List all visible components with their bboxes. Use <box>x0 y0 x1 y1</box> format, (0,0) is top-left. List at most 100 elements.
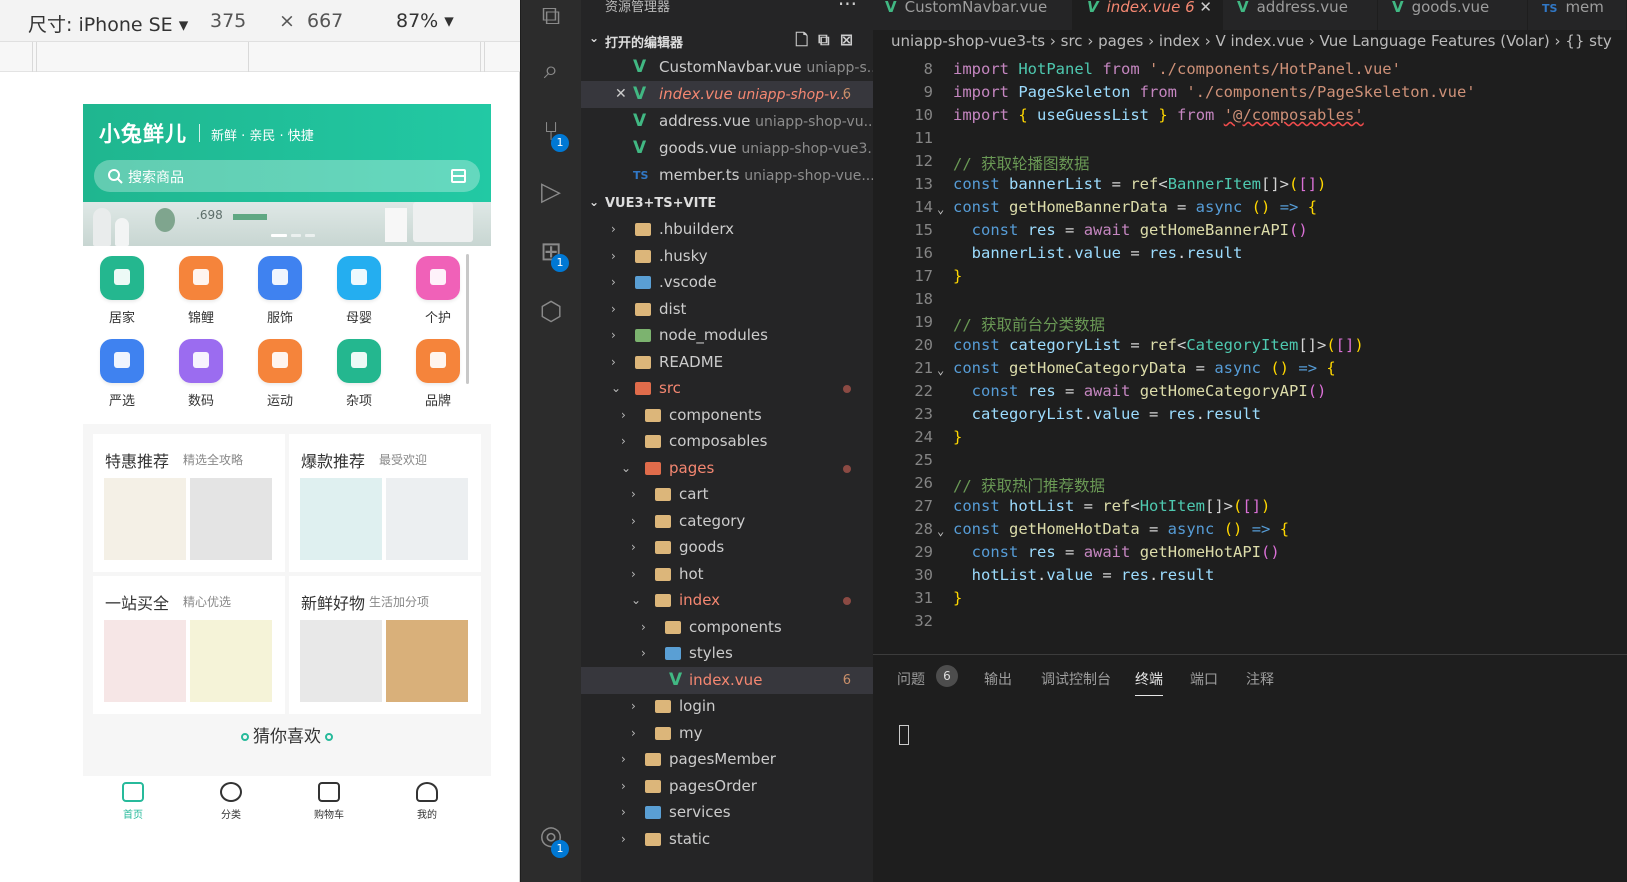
tree-item[interactable]: ⌄ src <box>581 375 873 402</box>
tree-item-label: my <box>679 723 703 742</box>
folder-icon <box>645 832 661 846</box>
panel-tab-comments[interactable]: 注释 <box>1246 669 1274 689</box>
category-item[interactable]: 运动 <box>250 339 310 409</box>
fold-chevron-icon[interactable]: ⌄ <box>937 202 944 216</box>
tree-item[interactable]: › login <box>581 693 873 720</box>
close-icon[interactable]: ✕ <box>615 81 627 108</box>
category-item[interactable]: 品牌 <box>408 339 468 409</box>
tab-problem-count: 6 <box>1185 0 1195 16</box>
more-actions-icon[interactable]: ··· <box>838 0 857 16</box>
remote-explorer-icon[interactable]: ⬡ <box>535 296 567 328</box>
category-item[interactable]: 锦鲤 <box>171 256 231 326</box>
tree-item[interactable]: › cart <box>581 481 873 508</box>
tree-item-label: static <box>669 829 711 848</box>
panel-tab-ports[interactable]: 端口 <box>1190 669 1218 689</box>
breadcrumb[interactable]: uniapp-shop-vue3-ts › src › pages › inde… <box>891 32 1612 50</box>
editor-tab[interactable]: TS mem <box>1528 0 1627 30</box>
fold-chevron-icon[interactable]: ⌄ <box>937 363 944 377</box>
tree-item[interactable]: › .vscode <box>581 269 873 296</box>
open-editors-actions[interactable]: 🗋⧉⊠ <box>795 29 863 56</box>
code-line: const getHomeCategoryData = async () => … <box>953 359 1336 377</box>
panel-tab-debug-console[interactable]: 调试控制台 <box>1041 669 1111 689</box>
panel-tab-terminal[interactable]: 终端 <box>1135 669 1163 696</box>
chevron-right-icon: › <box>611 328 616 342</box>
file-path: uniapp-s... <box>806 60 873 76</box>
file-name: CustomNavbar.vue <box>659 58 802 76</box>
promo-card[interactable]: 特惠推荐 精选全攻略 <box>93 434 285 572</box>
category-icon <box>416 339 460 383</box>
carousel-dot[interactable] <box>271 234 287 237</box>
tree-item[interactable]: › pagesOrder <box>581 773 873 800</box>
category-item[interactable]: 母婴 <box>329 256 389 326</box>
tab-home[interactable]: 首页 <box>103 778 163 821</box>
category-item[interactable]: 个护 <box>408 256 468 326</box>
product-image <box>104 620 186 702</box>
device-width[interactable]: 375 <box>210 10 246 32</box>
project-header[interactable]: ⌄ VUE3+TS+VITE <box>581 191 873 217</box>
tree-item[interactable]: › services <box>581 799 873 826</box>
files-icon[interactable]: ⧉ <box>535 0 567 32</box>
tree-item[interactable]: › category <box>581 508 873 535</box>
tree-item[interactable]: › components <box>581 402 873 429</box>
device-height[interactable]: 667 <box>307 10 343 32</box>
editor-tab-active[interactable]: Vindex.vue 6 ✕ <box>1073 0 1223 30</box>
category-label: 品牌 <box>424 394 451 409</box>
preview-scrollbar[interactable] <box>466 254 469 384</box>
open-editor-item[interactable]: V CustomNavbar.vue uniapp-s... <box>581 54 873 81</box>
tab-category[interactable]: 分类 <box>201 778 261 821</box>
tree-item[interactable]: ⌄ pages <box>581 455 873 482</box>
device-size-label: 尺寸: iPhone SE <box>28 14 173 36</box>
tree-item[interactable]: › node_modules <box>581 322 873 349</box>
file-path: uniapp-shop-vu... <box>755 114 873 130</box>
search-bar[interactable]: 搜索商品 <box>94 160 480 192</box>
tab-cart[interactable]: 购物车 <box>299 778 359 821</box>
tree-item[interactable]: › hot <box>581 561 873 588</box>
promo-card[interactable]: 爆款推荐 最受欢迎 <box>289 434 481 572</box>
modified-dot <box>843 464 851 473</box>
editor-tab[interactable]: Vgoods.vue <box>1378 0 1528 30</box>
folder-icon <box>635 276 651 289</box>
category-item[interactable]: 居家 <box>92 256 152 326</box>
banner-carousel[interactable]: .698 <box>83 202 491 246</box>
open-editor-item[interactable]: TS member.ts uniapp-shop-vue... <box>581 162 873 189</box>
carousel-dot[interactable] <box>305 234 315 237</box>
tree-item[interactable]: ⌄ index <box>581 587 873 614</box>
zoom-select[interactable]: 87% ▾ <box>396 10 454 32</box>
open-editor-item[interactable]: V goods.vue uniapp-shop-vue3... <box>581 135 873 162</box>
device-size-select[interactable]: 尺寸: iPhone SE ▾ <box>28 10 188 37</box>
close-icon[interactable]: ✕ <box>1199 0 1212 16</box>
code-editor[interactable]: 8 9 10 11 12 13 14 15 16 17 18 19 20 21 22 23 24 25 26 27 28… <box>873 58 1627 654</box>
tree-item[interactable]: › composables <box>581 428 873 455</box>
carousel-dot[interactable] <box>291 234 301 237</box>
category-item[interactable]: 严选 <box>92 339 152 409</box>
tree-item[interactable]: › my <box>581 720 873 747</box>
tree-item[interactable]: › README <box>581 349 873 376</box>
open-editor-item[interactable]: V address.vue uniapp-shop-vu... <box>581 108 873 135</box>
editor-tab[interactable]: V CustomNavbar.vue <box>873 0 1073 30</box>
scan-icon[interactable] <box>451 169 466 183</box>
tree-item[interactable]: › static <box>581 826 873 853</box>
tree-item[interactable]: › styles <box>581 640 873 667</box>
terminal-cursor[interactable] <box>899 725 909 745</box>
category-item[interactable]: 数码 <box>171 339 231 409</box>
panel-tab-problems[interactable]: 问题 <box>897 669 925 689</box>
tree-item[interactable]: › dist <box>581 296 873 323</box>
open-editors-header[interactable]: ⌄ 打开的编辑器 🗋⧉⊠ <box>581 27 873 53</box>
tree-item[interactable]: › .hbuilderx <box>581 216 873 243</box>
promo-card[interactable]: 一站买全 精心优选 <box>93 576 285 714</box>
fold-chevron-icon[interactable]: ⌄ <box>937 524 944 538</box>
tree-item[interactable]: Vindex.vue 6 <box>581 666 873 694</box>
editor-tab[interactable]: Vaddress.vue <box>1223 0 1378 30</box>
run-debug-icon[interactable]: ▷ <box>535 176 567 208</box>
tab-my[interactable]: 我的 <box>397 778 457 821</box>
promo-card[interactable]: 新鲜好物 生活加分项 <box>289 576 481 714</box>
open-editor-item[interactable]: ✕ V index.vue uniapp-shop-v... 6 <box>581 81 873 108</box>
search-icon[interactable]: ⌕ <box>535 54 567 86</box>
tree-item[interactable]: › .husky <box>581 243 873 270</box>
category-item[interactable]: 杂项 <box>329 339 389 409</box>
tree-item[interactable]: › goods <box>581 534 873 561</box>
category-item[interactable]: 服饰 <box>250 256 310 326</box>
panel-tab-output[interactable]: 输出 <box>984 669 1012 689</box>
tree-item[interactable]: › pagesMember <box>581 746 873 773</box>
tree-item[interactable]: › components <box>581 614 873 641</box>
